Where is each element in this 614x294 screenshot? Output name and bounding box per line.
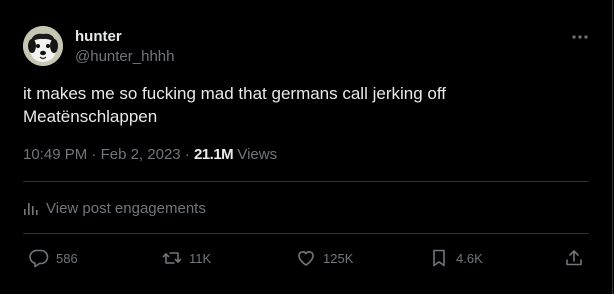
bookmark-icon [433,249,445,267]
more-options-button[interactable] [569,26,591,48]
like-button[interactable]: 125K [296,247,353,269]
views-count: 21.1M [193,146,234,163]
post-text: it makes me so fucking mad that germans … [23,82,583,128]
post-text-line-2: Meatënschlappen [23,107,158,126]
reply-count: 586 [56,250,78,266]
share-icon [566,250,582,266]
author-handle[interactable]: @hunter_hhhh [75,48,174,66]
more-dots-icon [572,35,588,39]
views-label: Views [233,146,278,163]
repost-count: 11K [189,250,212,266]
post-card: hunter @hunter_hhhh it makes me so fucki… [0,0,614,294]
repost-icon [162,252,182,264]
meta-separator-2: · [180,146,194,163]
post-date[interactable]: Feb 2, 2023 [101,146,181,163]
avatar[interactable] [23,26,63,66]
view-engagements-label: View post engagements [46,199,206,217]
column-border [612,0,613,294]
share-button[interactable] [564,247,584,269]
post-text-line-1: it makes me so fucking mad that germans … [23,84,446,103]
repost-button[interactable]: 11K [162,247,211,269]
reply-button[interactable]: 586 [29,247,78,269]
post-time[interactable]: 10:49 PM [23,146,87,163]
meta-separator-1: · [87,146,101,163]
heart-icon [298,251,314,266]
divider-top [23,181,589,182]
reply-icon [29,249,49,268]
divider-bottom [23,233,589,234]
dog-avatar-icon [23,26,63,66]
bookmark-button[interactable]: 4.6K [429,247,483,269]
view-engagements-link[interactable]: View post engagements [23,198,206,218]
analytics-icon [24,203,38,215]
author-name[interactable]: hunter [75,28,122,46]
post-meta: 10:49 PM · Feb 2, 2023 · 21.1M Views [23,146,277,164]
bookmark-count: 4.6K [456,250,483,266]
like-count: 125K [323,250,354,266]
